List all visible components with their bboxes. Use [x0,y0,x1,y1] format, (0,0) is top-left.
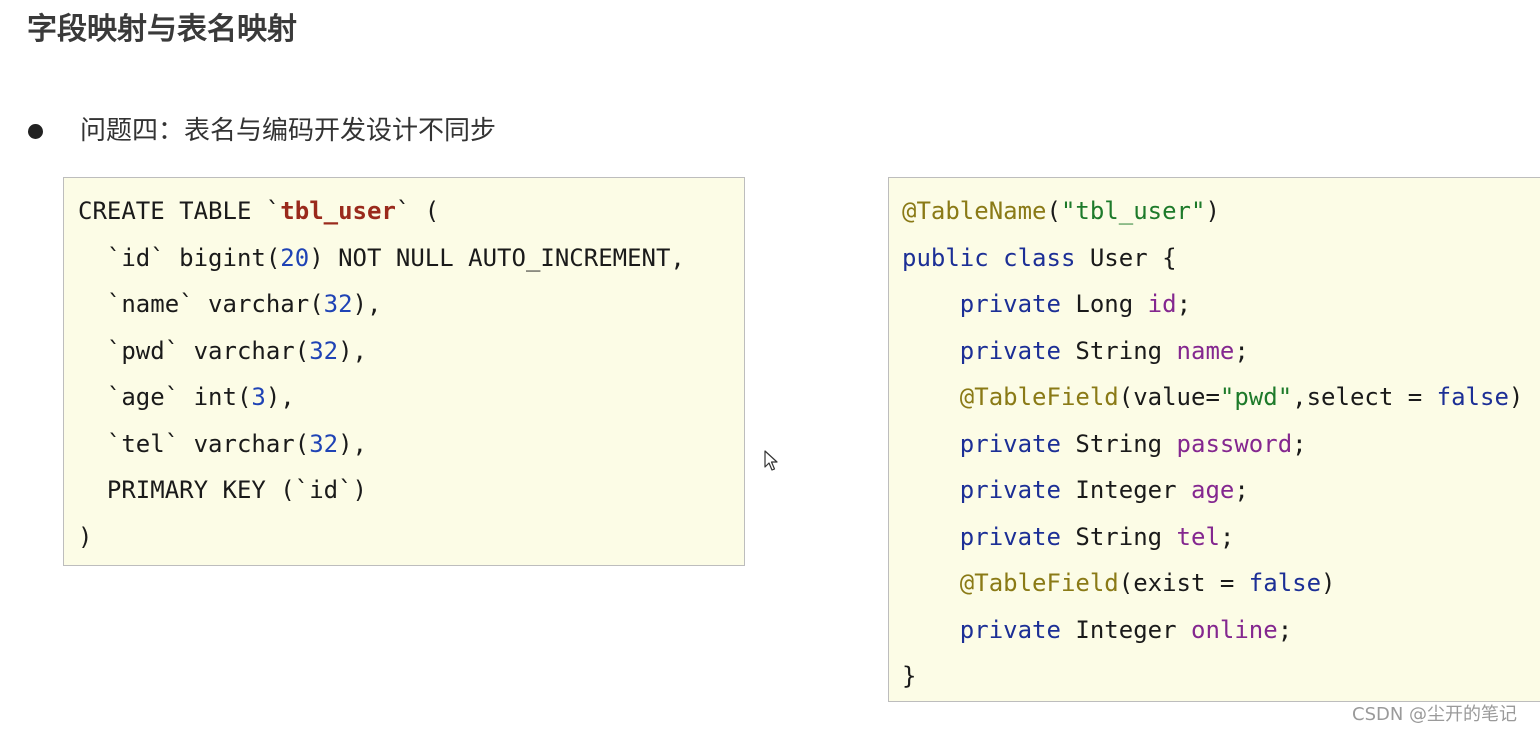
code-token: PRIMARY KEY (`id`) [78,476,367,504]
code-token: name [1176,336,1235,365]
code-token: } [902,662,917,690]
code-line: private String password; [902,421,1523,468]
code-token: private [959,336,1061,365]
java-code-block: @TableName("tbl_user") public class User … [902,188,1523,700]
code-token: online [1191,615,1278,644]
code-token: (value= [1118,383,1220,411]
code-token: Integer [1060,615,1191,644]
bullet-text: 问题四：表名与编码开发设计不同步 [80,116,497,146]
code-token: ) [1508,383,1524,411]
code-line: @TableField(value="pwd",select = false) [902,374,1524,421]
code-token: password [1176,429,1293,458]
code-token: ; [1234,476,1249,504]
code-token: ) [1205,197,1220,225]
code-token: ; [1277,615,1293,644]
code-token: @TableName [902,197,1047,225]
code-token: ; [1234,336,1249,365]
code-token: private [959,476,1061,504]
code-token: 3 [251,383,266,411]
code-line: private String name; [902,328,1523,375]
code-token: String [1060,336,1177,365]
code-line: private Integer age; [902,467,1523,514]
code-line: PRIMARY KEY (`id`) [78,467,685,514]
code-token: ; [1292,429,1307,458]
code-line: @TableField(exist = false) [902,560,1523,607]
code-token: false [1248,569,1322,597]
code-token: tbl_user [280,197,396,225]
code-line: private Integer online; [902,607,1523,654]
code-token: CREATE TABLE ` [78,197,281,225]
code-token: `name` varchar( [78,290,324,318]
code-token: id [1147,290,1177,318]
code-token: ), [338,336,367,365]
code-token: `pwd` varchar( [78,336,310,365]
code-token: 20 [280,243,310,272]
code-line: `pwd` varchar(32), [78,328,685,375]
page-title: 字段映射与表名映射 [27,12,297,47]
code-line: public class User { [902,235,1523,282]
code-token: 32 [309,336,339,365]
code-token: `age` int( [78,383,252,411]
code-token: 32 [309,429,339,458]
code-line: private Long id; [902,281,1523,328]
code-token: "pwd" [1219,383,1293,411]
code-token: ,select = [1292,383,1437,411]
mouse-pointer-icon [764,450,778,471]
code-token: @TableField [959,383,1119,411]
watermark: CSDN @尘开的笔记 [1352,704,1518,725]
code-line: `id` bigint(20) NOT NULL AUTO_INCREMENT, [78,235,685,282]
code-token: ; [1176,290,1192,318]
code-token: String [1060,522,1177,551]
code-token: ) [78,522,93,551]
code-line: @TableName("tbl_user") [902,188,1523,235]
code-line: `age` int(3), [78,374,685,421]
java-code-panel: @TableName("tbl_user") public class User … [888,177,1540,702]
code-token: "tbl_user" [1060,197,1206,225]
code-token: @TableField [959,569,1119,597]
code-token: ) [1321,569,1336,597]
code-line: private String tel; [902,514,1523,561]
code-token: `tel` varchar( [78,429,310,458]
code-line: } [902,653,1523,700]
code-token: (exist = [1118,569,1249,597]
code-token: Integer [1060,476,1191,504]
code-token: tel [1176,522,1220,551]
code-token: ), [265,383,295,411]
sql-code-block: CREATE TABLE `tbl_user` ( `id` bigint(20… [78,188,685,560]
code-token: ), [352,290,382,318]
code-line: CREATE TABLE `tbl_user` ( [78,188,685,235]
code-line: ) [78,514,685,561]
code-line: `tel` varchar(32), [78,421,685,468]
code-token: String [1060,429,1177,458]
code-token: ; [1219,522,1235,551]
code-token: private [959,290,1061,318]
code-line: `name` varchar(32), [78,281,685,328]
code-token: User { [1075,243,1177,272]
code-token: ) NOT NULL AUTO_INCREMENT, [309,243,685,272]
code-token: 32 [323,290,353,318]
code-token: private [959,522,1061,551]
code-token: private [959,429,1061,458]
sql-code-panel: CREATE TABLE `tbl_user` ( `id` bigint(20… [63,177,745,566]
code-token: `id` bigint( [78,243,281,272]
bullet-dot-icon [28,124,43,139]
code-token: public class [902,243,1076,272]
code-token: ), [338,429,367,458]
code-token: false [1436,383,1509,411]
code-token: age [1191,476,1235,504]
code-token: ` ( [395,197,440,225]
code-token: ( [1046,197,1061,225]
code-token: Long [1060,290,1148,318]
code-token: private [959,615,1061,644]
